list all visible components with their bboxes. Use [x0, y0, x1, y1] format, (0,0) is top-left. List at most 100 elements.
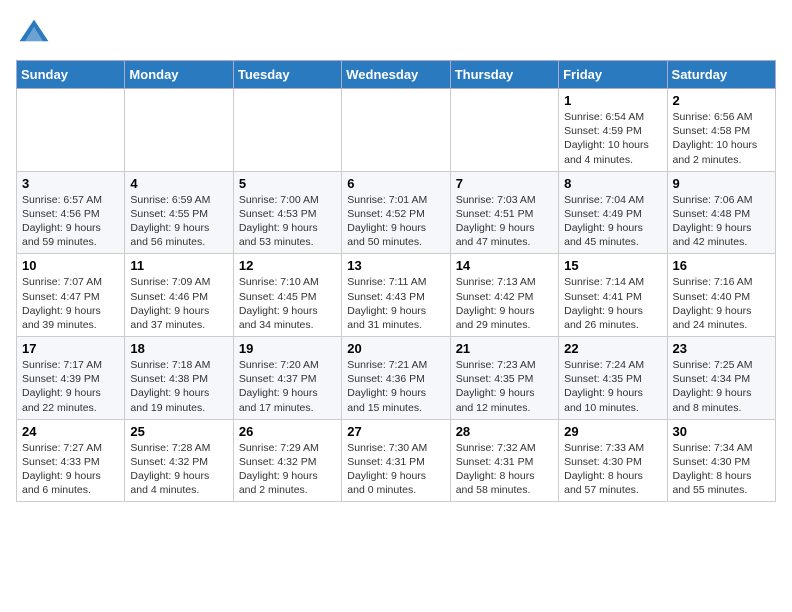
calendar-cell	[450, 89, 558, 172]
day-number: 14	[456, 258, 553, 273]
calendar-cell: 26 Sunrise: 7:29 AM Sunset: 4:32 PM Dayli…	[233, 419, 341, 502]
day-number: 25	[130, 424, 227, 439]
calendar-week-row: 1 Sunrise: 6:54 AM Sunset: 4:59 PM Daylig…	[17, 89, 776, 172]
day-number: 7	[456, 176, 553, 191]
day-info: Sunrise: 7:25 AM Sunset: 4:34 PM Dayligh…	[673, 358, 770, 415]
day-info: Sunrise: 7:11 AM Sunset: 4:43 PM Dayligh…	[347, 275, 444, 332]
day-info: Sunrise: 7:29 AM Sunset: 4:32 PM Dayligh…	[239, 441, 336, 498]
day-info: Sunrise: 7:14 AM Sunset: 4:41 PM Dayligh…	[564, 275, 661, 332]
calendar-cell: 13 Sunrise: 7:11 AM Sunset: 4:43 PM Dayli…	[342, 254, 450, 337]
calendar-week-row: 10 Sunrise: 7:07 AM Sunset: 4:47 PM Dayli…	[17, 254, 776, 337]
day-number: 11	[130, 258, 227, 273]
day-info: Sunrise: 7:27 AM Sunset: 4:33 PM Dayligh…	[22, 441, 119, 498]
day-number: 28	[456, 424, 553, 439]
day-number: 29	[564, 424, 661, 439]
calendar-cell	[125, 89, 233, 172]
logo	[16, 16, 54, 52]
calendar-cell: 7Sunrise: 7:03 AM Sunset: 4:51 PM Daylig…	[450, 171, 558, 254]
calendar-day-header: Sunday	[17, 61, 125, 89]
calendar-table: SundayMondayTuesdayWednesdayThursdayFrid…	[16, 60, 776, 502]
day-number: 17	[22, 341, 119, 356]
day-info: Sunrise: 6:57 AM Sunset: 4:56 PM Dayligh…	[22, 193, 119, 250]
calendar-cell: 2 Sunrise: 6:56 AM Sunset: 4:58 PM Daylig…	[667, 89, 775, 172]
calendar-cell: 1 Sunrise: 6:54 AM Sunset: 4:59 PM Daylig…	[559, 89, 667, 172]
calendar-cell: 29Sunrise: 7:33 AM Sunset: 4:30 PM Dayli…	[559, 419, 667, 502]
day-number: 27	[347, 424, 444, 439]
calendar-day-header: Monday	[125, 61, 233, 89]
day-number: 1	[564, 93, 661, 108]
day-number: 10	[22, 258, 119, 273]
day-info: Sunrise: 7:30 AM Sunset: 4:31 PM Dayligh…	[347, 441, 444, 498]
day-info: Sunrise: 7:21 AM Sunset: 4:36 PM Dayligh…	[347, 358, 444, 415]
day-number: 20	[347, 341, 444, 356]
day-info: Sunrise: 7:20 AM Sunset: 4:37 PM Dayligh…	[239, 358, 336, 415]
day-number: 5	[239, 176, 336, 191]
day-number: 15	[564, 258, 661, 273]
calendar-cell: 21Sunrise: 7:23 AM Sunset: 4:35 PM Dayli…	[450, 337, 558, 420]
calendar-cell	[233, 89, 341, 172]
calendar-header-row: SundayMondayTuesdayWednesdayThursdayFrid…	[17, 61, 776, 89]
day-number: 3	[22, 176, 119, 191]
calendar-cell: 3 Sunrise: 6:57 AM Sunset: 4:56 PM Daylig…	[17, 171, 125, 254]
calendar-cell: 8 Sunrise: 7:04 AM Sunset: 4:49 PM Daylig…	[559, 171, 667, 254]
day-info: Sunrise: 7:01 AM Sunset: 4:52 PM Dayligh…	[347, 193, 444, 250]
calendar-cell: 12Sunrise: 7:10 AM Sunset: 4:45 PM Dayli…	[233, 254, 341, 337]
day-info: Sunrise: 7:06 AM Sunset: 4:48 PM Dayligh…	[673, 193, 770, 250]
calendar-cell: 5Sunrise: 7:00 AM Sunset: 4:53 PM Daylig…	[233, 171, 341, 254]
calendar-cell: 25 Sunrise: 7:28 AM Sunset: 4:32 PM Dayli…	[125, 419, 233, 502]
logo-icon	[16, 16, 52, 52]
day-number: 18	[130, 341, 227, 356]
calendar-cell	[17, 89, 125, 172]
day-number: 6	[347, 176, 444, 191]
day-info: Sunrise: 7:18 AM Sunset: 4:38 PM Dayligh…	[130, 358, 227, 415]
calendar-cell: 10 Sunrise: 7:07 AM Sunset: 4:47 PM Dayli…	[17, 254, 125, 337]
day-info: Sunrise: 6:56 AM Sunset: 4:58 PM Dayligh…	[673, 110, 770, 167]
calendar-cell: 19 Sunrise: 7:20 AM Sunset: 4:37 PM Dayli…	[233, 337, 341, 420]
day-number: 21	[456, 341, 553, 356]
calendar-week-row: 3 Sunrise: 6:57 AM Sunset: 4:56 PM Daylig…	[17, 171, 776, 254]
day-info: Sunrise: 7:32 AM Sunset: 4:31 PM Dayligh…	[456, 441, 553, 498]
calendar-week-row: 17Sunrise: 7:17 AM Sunset: 4:39 PM Dayli…	[17, 337, 776, 420]
calendar-cell: 18 Sunrise: 7:18 AM Sunset: 4:38 PM Dayli…	[125, 337, 233, 420]
day-number: 24	[22, 424, 119, 439]
calendar-week-row: 24 Sunrise: 7:27 AM Sunset: 4:33 PM Dayli…	[17, 419, 776, 502]
calendar-cell: 17Sunrise: 7:17 AM Sunset: 4:39 PM Dayli…	[17, 337, 125, 420]
day-info: Sunrise: 7:04 AM Sunset: 4:49 PM Dayligh…	[564, 193, 661, 250]
day-number: 22	[564, 341, 661, 356]
day-info: Sunrise: 6:54 AM Sunset: 4:59 PM Dayligh…	[564, 110, 661, 167]
calendar-cell: 30Sunrise: 7:34 AM Sunset: 4:30 PM Dayli…	[667, 419, 775, 502]
day-number: 26	[239, 424, 336, 439]
calendar-cell: 9Sunrise: 7:06 AM Sunset: 4:48 PM Daylig…	[667, 171, 775, 254]
calendar-day-header: Tuesday	[233, 61, 341, 89]
calendar-day-header: Saturday	[667, 61, 775, 89]
day-number: 13	[347, 258, 444, 273]
day-info: Sunrise: 7:16 AM Sunset: 4:40 PM Dayligh…	[673, 275, 770, 332]
day-number: 2	[673, 93, 770, 108]
calendar-cell: 11 Sunrise: 7:09 AM Sunset: 4:46 PM Dayli…	[125, 254, 233, 337]
day-number: 4	[130, 176, 227, 191]
day-info: Sunrise: 7:09 AM Sunset: 4:46 PM Dayligh…	[130, 275, 227, 332]
calendar-cell: 4Sunrise: 6:59 AM Sunset: 4:55 PM Daylig…	[125, 171, 233, 254]
day-number: 30	[673, 424, 770, 439]
day-number: 16	[673, 258, 770, 273]
day-info: Sunrise: 7:24 AM Sunset: 4:35 PM Dayligh…	[564, 358, 661, 415]
calendar-cell: 15 Sunrise: 7:14 AM Sunset: 4:41 PM Dayli…	[559, 254, 667, 337]
calendar-cell	[342, 89, 450, 172]
day-number: 8	[564, 176, 661, 191]
calendar-cell: 22 Sunrise: 7:24 AM Sunset: 4:35 PM Dayli…	[559, 337, 667, 420]
day-number: 19	[239, 341, 336, 356]
calendar-day-header: Friday	[559, 61, 667, 89]
calendar-cell: 23 Sunrise: 7:25 AM Sunset: 4:34 PM Dayli…	[667, 337, 775, 420]
day-info: Sunrise: 7:10 AM Sunset: 4:45 PM Dayligh…	[239, 275, 336, 332]
calendar-cell: 20 Sunrise: 7:21 AM Sunset: 4:36 PM Dayli…	[342, 337, 450, 420]
calendar-cell: 24 Sunrise: 7:27 AM Sunset: 4:33 PM Dayli…	[17, 419, 125, 502]
day-info: Sunrise: 7:28 AM Sunset: 4:32 PM Dayligh…	[130, 441, 227, 498]
day-info: Sunrise: 7:13 AM Sunset: 4:42 PM Dayligh…	[456, 275, 553, 332]
calendar-cell: 28 Sunrise: 7:32 AM Sunset: 4:31 PM Dayli…	[450, 419, 558, 502]
page-container: SundayMondayTuesdayWednesdayThursdayFrid…	[16, 16, 776, 502]
calendar-cell: 6 Sunrise: 7:01 AM Sunset: 4:52 PM Daylig…	[342, 171, 450, 254]
calendar-cell: 27 Sunrise: 7:30 AM Sunset: 4:31 PM Dayli…	[342, 419, 450, 502]
day-number: 23	[673, 341, 770, 356]
day-info: Sunrise: 7:07 AM Sunset: 4:47 PM Dayligh…	[22, 275, 119, 332]
header	[16, 16, 776, 52]
